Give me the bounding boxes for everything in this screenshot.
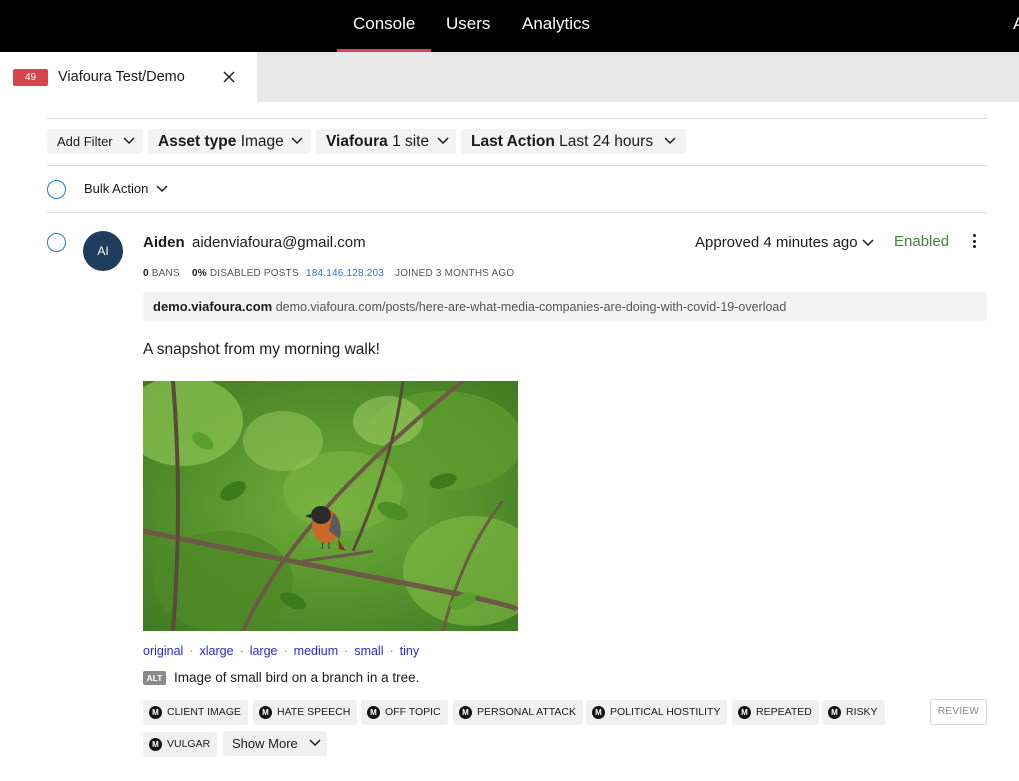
show-more-label: Show More xyxy=(232,736,298,751)
viafoura-site-filter[interactable]: Viafoura 1 site xyxy=(316,129,456,154)
tab-viafoura-test-demo[interactable]: 49 Viafoura Test/Demo xyxy=(0,52,257,102)
divider xyxy=(47,118,987,119)
bans-label: BANS xyxy=(151,268,180,279)
chip-label: RISKY xyxy=(846,706,878,718)
moderation-m-icon: M xyxy=(738,706,751,719)
alt-text: Image of small bird on a branch in a tre… xyxy=(174,670,420,685)
size-link-small[interactable]: small xyxy=(354,644,383,658)
chip-label: POLITICAL HOSTILITY xyxy=(610,706,721,718)
image-size-links: original · xlarge · large · medium · small · tiny xyxy=(143,644,420,658)
last-action-filter[interactable]: Last Action Last 24 hours xyxy=(461,129,686,154)
article-url-box[interactable]: demo.viafoura.com demo.viafoura.com/post… xyxy=(143,292,987,321)
username[interactable]: Aiden xyxy=(143,234,185,251)
user-joined: JOINED 3 MONTHS AGO xyxy=(395,268,515,279)
chevron-down-icon xyxy=(123,137,135,145)
moderation-status-dropdown[interactable]: Approved 4 minutes ago xyxy=(695,234,858,251)
moderation-m-icon: M xyxy=(149,738,162,751)
comment-text: A snapshot from my morning walk! xyxy=(143,341,380,358)
size-link-tiny[interactable]: tiny xyxy=(400,644,419,658)
tab-title: Viafoura Test/Demo xyxy=(58,69,185,85)
chip-personal-attack[interactable]: M PERSONAL ATTACK xyxy=(453,700,583,725)
chip-label: CLIENT IMAGE xyxy=(167,706,241,718)
chip-label: REPEATED xyxy=(756,706,812,718)
filter-label: Last Action xyxy=(471,133,555,150)
chevron-down-icon xyxy=(437,137,449,145)
moderation-m-icon: M xyxy=(592,706,605,719)
nav-item-analytics[interactable]: Analytics xyxy=(522,14,590,34)
chip-label: PERSONAL ATTACK xyxy=(477,706,576,718)
chevron-down-icon xyxy=(291,137,303,145)
chip-label: HATE SPEECH xyxy=(277,706,351,718)
user-ip-link[interactable]: 184.146.128.203 xyxy=(306,268,384,279)
chip-label: VULGAR xyxy=(167,738,211,750)
filter-value: 1 site xyxy=(392,133,430,150)
filter-value: Image xyxy=(240,133,284,150)
moderation-m-icon: M xyxy=(367,706,380,719)
add-filter-dropdown[interactable]: Add Filter xyxy=(47,129,143,154)
add-filter-label: Add Filter xyxy=(57,134,113,149)
disabled-pct: 0% xyxy=(192,268,207,279)
tab-strip: 49 Viafoura Test/Demo xyxy=(0,52,1019,102)
size-link-medium[interactable]: medium xyxy=(294,644,338,658)
enabled-status[interactable]: Enabled xyxy=(894,233,949,250)
alt-badge: ALT xyxy=(143,671,166,685)
divider xyxy=(47,212,987,213)
filter-value: Last 24 hours xyxy=(559,133,654,150)
nav-item-truncated[interactable]: A xyxy=(1013,14,1019,34)
moderation-m-icon: M xyxy=(259,706,272,719)
chip-vulgar[interactable]: M VULGAR xyxy=(143,732,218,757)
moderation-m-icon: M xyxy=(149,706,162,719)
size-link-large[interactable]: large xyxy=(250,644,278,658)
chevron-down-icon xyxy=(156,185,168,193)
size-link-original[interactable]: original xyxy=(143,644,183,658)
chip-off-topic[interactable]: M OFF TOPIC xyxy=(361,700,448,725)
avatar[interactable]: AI xyxy=(83,231,123,271)
select-all-radio[interactable] xyxy=(47,180,66,199)
kebab-menu-icon[interactable] xyxy=(970,234,978,250)
select-comment-radio[interactable] xyxy=(47,233,66,252)
chip-risky[interactable]: M RISKY xyxy=(822,700,885,725)
article-url: demo.viafoura.com/posts/here-are-what-me… xyxy=(275,300,787,314)
chip-label: OFF TOPIC xyxy=(385,706,441,718)
chevron-down-icon xyxy=(664,137,676,145)
user-bans-count: 0 BANS xyxy=(143,268,180,279)
nav-item-console[interactable]: Console xyxy=(353,14,415,34)
top-nav: Console Users Analytics A xyxy=(0,0,1019,52)
filter-label: Asset type xyxy=(158,133,237,150)
size-link-xlarge[interactable]: xlarge xyxy=(199,644,233,658)
comment-image[interactable] xyxy=(143,381,518,631)
tab-count-badge: 49 xyxy=(13,69,48,86)
bulk-action-dropdown[interactable]: Bulk Action xyxy=(84,181,148,196)
asset-type-filter[interactable]: Asset type Image xyxy=(148,129,311,154)
chevron-down-icon[interactable] xyxy=(862,238,874,248)
moderation-m-icon: M xyxy=(459,706,472,719)
review-button[interactable]: REVIEW xyxy=(930,699,987,725)
disabled-label: DISABLED POSTS xyxy=(209,268,299,279)
filter-label: Viafoura xyxy=(326,133,388,150)
chip-political-hostility[interactable]: M POLITICAL HOSTILITY xyxy=(586,700,728,725)
bans-count: 0 xyxy=(143,268,149,279)
nav-item-users[interactable]: Users xyxy=(446,14,490,34)
site-domain: demo.viafoura.com xyxy=(153,299,273,314)
chip-repeated[interactable]: M REPEATED xyxy=(732,700,819,725)
show-more-button[interactable]: Show More xyxy=(223,731,327,756)
close-icon[interactable] xyxy=(222,70,236,84)
moderation-m-icon: M xyxy=(828,706,841,719)
chevron-down-icon xyxy=(309,739,321,747)
chip-hate-speech[interactable]: M HATE SPEECH xyxy=(253,700,358,725)
chip-client-image[interactable]: M CLIENT IMAGE xyxy=(143,700,248,725)
divider xyxy=(47,165,987,166)
user-disabled-posts: 0% DISABLED POSTS xyxy=(192,268,299,279)
user-email: aidenviafoura@gmail.com xyxy=(192,234,366,251)
